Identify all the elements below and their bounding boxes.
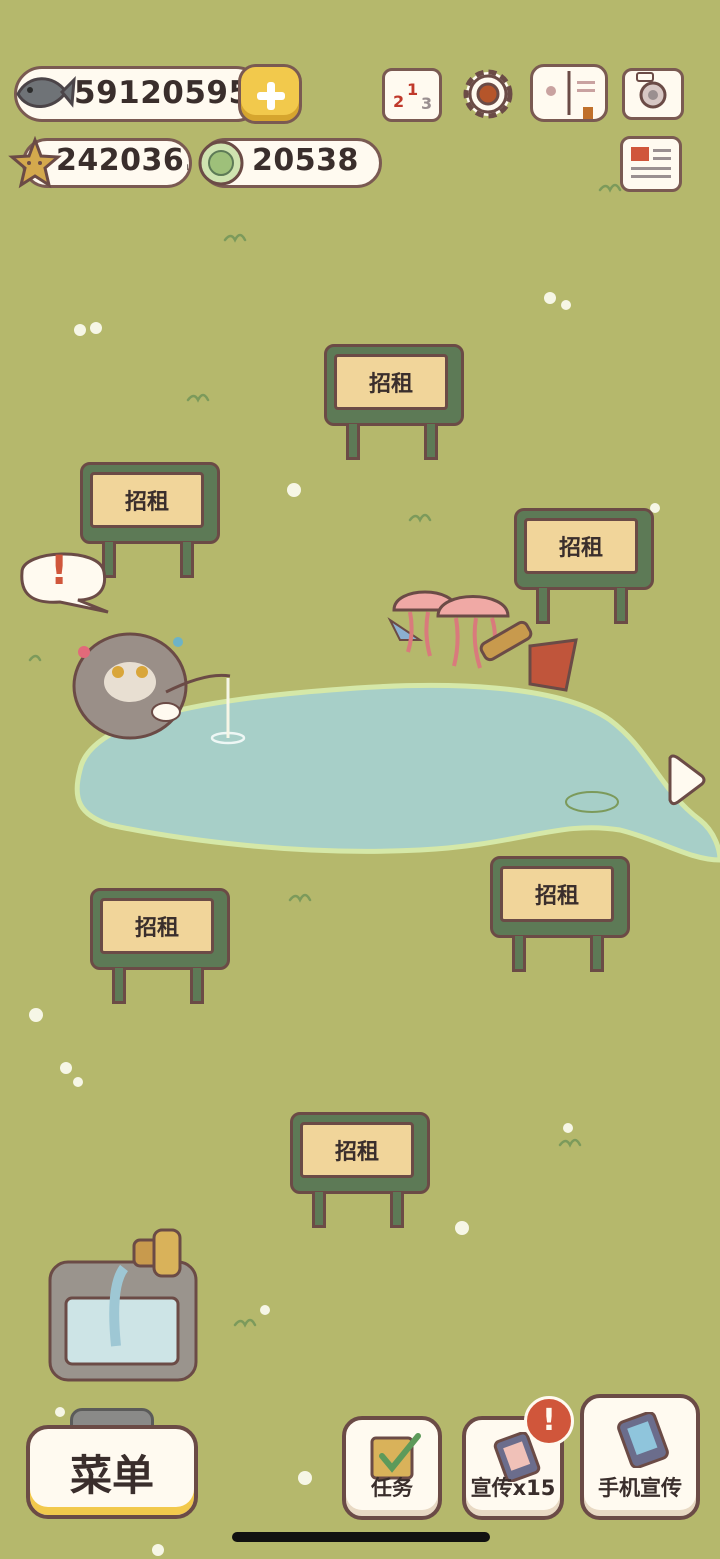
sign-leg bbox=[512, 936, 526, 972]
water-trough[interactable] bbox=[46, 1226, 202, 1386]
camera-icon bbox=[636, 72, 667, 109]
fish-count: 591205957 bbox=[74, 75, 240, 111]
sign-label: 招租 bbox=[500, 866, 614, 922]
task-button[interactable]: 任务 bbox=[342, 1416, 442, 1520]
coin-count: 20538 bbox=[252, 143, 359, 178]
home-indicator bbox=[232, 1532, 490, 1542]
rent-sign[interactable]: 招租 bbox=[90, 888, 230, 1010]
sign-leg bbox=[424, 424, 438, 460]
svg-text:1: 1 bbox=[407, 80, 418, 99]
sign-leg bbox=[390, 1192, 404, 1228]
sign-leg bbox=[590, 936, 604, 972]
next-area-button[interactable] bbox=[664, 752, 706, 806]
sign-label: 招租 bbox=[524, 518, 638, 574]
sign-label: 招租 bbox=[90, 472, 204, 528]
camera-button[interactable] bbox=[622, 68, 684, 120]
rent-sign[interactable]: 招租 bbox=[324, 344, 464, 466]
sign-leg bbox=[180, 542, 194, 578]
add-currency-button[interactable] bbox=[238, 64, 302, 124]
task-label: 任务 bbox=[371, 1476, 413, 1500]
phone-promotion-label: 手机宣传 bbox=[598, 1476, 682, 1500]
sign-leg bbox=[312, 1192, 326, 1228]
fishing-cat[interactable] bbox=[66, 612, 236, 748]
album-book-button[interactable] bbox=[530, 64, 608, 122]
newspaper-button[interactable] bbox=[620, 136, 682, 192]
promotion-alert-badge: ! bbox=[524, 1396, 574, 1446]
sign-leg bbox=[190, 968, 204, 1004]
jellyfish-guests[interactable] bbox=[380, 580, 590, 696]
fish-icon bbox=[16, 76, 76, 108]
sign-leg bbox=[346, 424, 360, 460]
alert-mark: ! bbox=[50, 548, 69, 594]
newspaper-icon bbox=[631, 147, 671, 178]
sign-label: 招租 bbox=[300, 1122, 414, 1178]
ranking-icon: 2 1 3 bbox=[393, 80, 432, 113]
promotion-label: 宣传x15 bbox=[470, 1476, 556, 1500]
phone-promotion-button[interactable]: 手机宣传 bbox=[580, 1394, 700, 1520]
phone-icon bbox=[617, 1412, 669, 1468]
star-icon bbox=[8, 136, 62, 189]
book-icon bbox=[546, 71, 595, 119]
rent-sign[interactable]: 招租 bbox=[290, 1112, 430, 1234]
clover-coin-icon bbox=[198, 140, 244, 186]
settings-gear-icon bbox=[463, 69, 513, 119]
sign-leg bbox=[112, 968, 126, 1004]
sign-leg bbox=[614, 588, 628, 624]
menu-button[interactable]: 菜单 bbox=[26, 1425, 198, 1519]
ranking-button[interactable]: 2 1 3 bbox=[382, 68, 442, 122]
chevron-right-icon bbox=[668, 754, 706, 806]
svg-text:3: 3 bbox=[421, 94, 432, 113]
settings-button[interactable] bbox=[458, 64, 518, 124]
sign-label: 招租 bbox=[100, 898, 214, 954]
svg-text:2: 2 bbox=[393, 92, 404, 111]
alert-bubble[interactable]: ! bbox=[12, 542, 110, 614]
rent-sign[interactable]: 招租 bbox=[490, 856, 630, 978]
star-count: 242036. bbox=[56, 143, 188, 178]
sign-label: 招租 bbox=[334, 354, 448, 410]
